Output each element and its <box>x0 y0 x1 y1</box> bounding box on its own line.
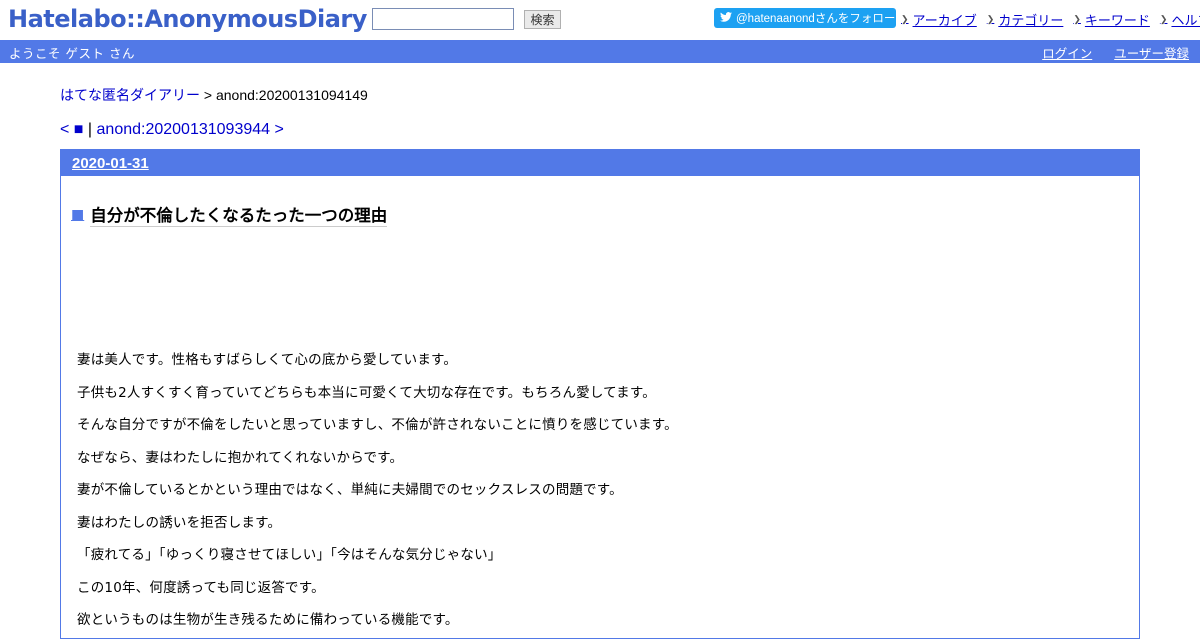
pager-separator: | <box>87 121 93 138</box>
twitter-bird-icon <box>720 11 732 25</box>
entry-date-link[interactable]: 2020-01-31 <box>72 155 149 172</box>
entry-permalink-marker[interactable]: ■ <box>71 207 84 223</box>
nav-archive[interactable]: ❯ アーカイブ <box>901 10 977 29</box>
entry-paragraph: 「疲れてる」「ゆっくり寝させてほしい」「今はそんな気分じゃない」 <box>77 547 502 563</box>
login-link[interactable]: ログイン <box>1042 43 1092 62</box>
search-button[interactable]: 検索 <box>524 10 561 29</box>
next-entry-link[interactable]: anond:20200131093944 > <box>97 121 284 138</box>
entry-body: 妻は美人です。性格もすばらしくて心の底から愛しています。 子供も2人すくすく育っ… <box>77 351 678 638</box>
day-header: 2020-01-31 <box>61 150 1139 176</box>
register-link[interactable]: ユーザー登録 <box>1114 43 1189 62</box>
twitter-follow-button[interactable]: @hatenaanondさんをフォロー <box>714 8 896 28</box>
chevron-right-icon: ❯ <box>1159 14 1168 24</box>
entry-paragraph: 妻が不倫しているとかという理由ではなく、単純に夫婦間でのセックスレスの問題です。 <box>77 482 623 498</box>
top-navigation: ❯アーカイブ ❯カテゴリー ❯キーワード ❯ヘルプ <box>901 10 1200 29</box>
breadcrumb-separator: > <box>203 87 213 103</box>
entry-title: ■ 自分が不倫したくなるたった一つの理由 <box>71 202 388 227</box>
nav-help[interactable]: ❯ヘルプ <box>1160 10 1200 29</box>
breadcrumb-current: anond:20200131094149 <box>215 87 368 103</box>
welcome-text: ようこそ ゲスト さん <box>9 46 135 61</box>
search-input[interactable] <box>372 8 514 30</box>
nav-keyword[interactable]: ❯ キーワード <box>1073 10 1150 29</box>
twitter-follow-label: @hatenaanondさんをフォロー <box>736 13 896 25</box>
site-header: Hatelabo::AnonymousDiary 検索 @hatenaanond… <box>0 0 1200 40</box>
entry-title-text: 自分が不倫したくなるたった一つの理由 <box>90 202 388 227</box>
prev-entry-link[interactable]: < ■ <box>60 121 83 138</box>
chevron-right-icon: ❯ <box>1073 14 1081 24</box>
entry-paragraph: 妻は美人です。性格もすばらしくて心の底から愛しています。 <box>77 352 458 368</box>
account-links: ログイン ユーザー登録 <box>1042 43 1189 62</box>
chevron-right-icon: ❯ <box>901 14 909 24</box>
chevron-right-icon: ❯ <box>986 14 995 24</box>
entry-paragraph: 妻はわたしの誘いを拒否します。 <box>77 514 282 531</box>
entry-pager: < ■ | anond:20200131093944 > <box>60 121 284 139</box>
entry-paragraph: 欲というものは生物が生き残るために備わっている機能です。 <box>77 612 459 628</box>
diary-day-section: 2020-01-31 ■ 自分が不倫したくなるたった一つの理由 妻は美人です。性… <box>60 149 1140 639</box>
nav-category[interactable]: ❯ カテゴリー <box>987 10 1064 29</box>
breadcrumb: はてな匿名ダイアリー > anond:20200131094149 <box>60 85 368 105</box>
site-logo[interactable]: Hatelabo::AnonymousDiary <box>8 5 367 33</box>
entry-paragraph: この10年、何度誘っても同じ返答です。 <box>77 579 325 596</box>
entry-paragraph: なぜなら、妻はわたしに抱かれてくれないからです。 <box>77 449 404 466</box>
breadcrumb-home-link[interactable]: はてな匿名ダイアリー <box>60 87 200 103</box>
entry-paragraph: そんな自分ですが不倫をしたいと思っていますし、不倫が許されないことに憤りを感じて… <box>77 417 678 433</box>
entry-paragraph: 子供も2人すくすく育っていてどちらも本当に可愛くて大切な存在です。もちろん愛して… <box>77 384 656 401</box>
user-bar: ようこそ ゲスト さん ログイン ユーザー登録 <box>0 40 1200 63</box>
